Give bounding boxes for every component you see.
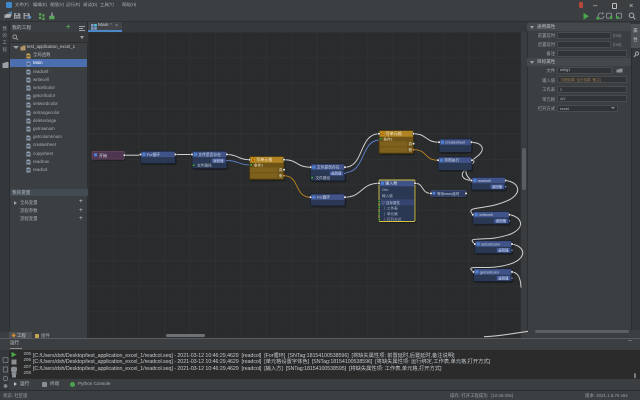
svg-text:getcellcolor: getcellcolor — [480, 270, 500, 274]
svg-text:writecell: writecell — [479, 213, 493, 217]
svg-text:文件是否存在: 文件是否存在 — [317, 164, 340, 169]
svg-text:判断执行: 判断执行 — [444, 157, 459, 162]
svg-text:假: 假 — [279, 172, 283, 177]
svg-text:开始: 开始 — [99, 151, 107, 157]
svg-text:真: 真 — [409, 141, 413, 146]
svg-text:For循环: For循环 — [317, 194, 330, 199]
svg-text:输入框: 输入框 — [385, 179, 397, 185]
svg-text:输入值: 输入值 — [382, 193, 393, 198]
svg-text:文件路径: 文件路径 — [316, 175, 331, 180]
svg-text:条件1: 条件1 — [254, 162, 263, 167]
svg-text:条件1: 条件1 — [384, 136, 393, 141]
svg-text:返回值: 返回值 — [492, 184, 503, 189]
svg-text:真: 真 — [279, 167, 283, 172]
svg-text:单元格: 单元格 — [387, 211, 398, 216]
svg-text:createsheet: createsheet — [445, 140, 466, 144]
svg-text:文件路径: 文件路径 — [197, 162, 212, 167]
svg-text:文件是否存在: 文件是否存在 — [198, 151, 221, 156]
svg-text:返回值: 返回值 — [213, 157, 224, 162]
svg-text:假: 假 — [409, 146, 413, 151]
svg-text:等待msec延时: 等待msec延时 — [437, 191, 460, 196]
svg-text:返回值: 返回值 — [331, 170, 342, 175]
svg-text:Dim: Dim — [382, 188, 388, 192]
svg-text:返回值: 返回值 — [496, 218, 507, 223]
svg-text:工作表: 工作表 — [387, 205, 398, 210]
svg-text:setcellcolor: setcellcolor — [481, 242, 501, 246]
svg-text:写单元格: 写单元格 — [256, 156, 272, 162]
svg-text:For循环: For循环 — [147, 151, 160, 156]
svg-text:写单元格: 写单元格 — [386, 130, 402, 136]
svg-text:readcell: readcell — [478, 179, 491, 183]
svg-text:返回值: 返回值 — [498, 275, 509, 280]
svg-text:返回值: 返回值 — [498, 247, 509, 252]
svg-text:▽ 目标属性: ▽ 目标属性 — [382, 200, 401, 205]
svg-text:打开方式: 打开方式 — [387, 216, 402, 221]
